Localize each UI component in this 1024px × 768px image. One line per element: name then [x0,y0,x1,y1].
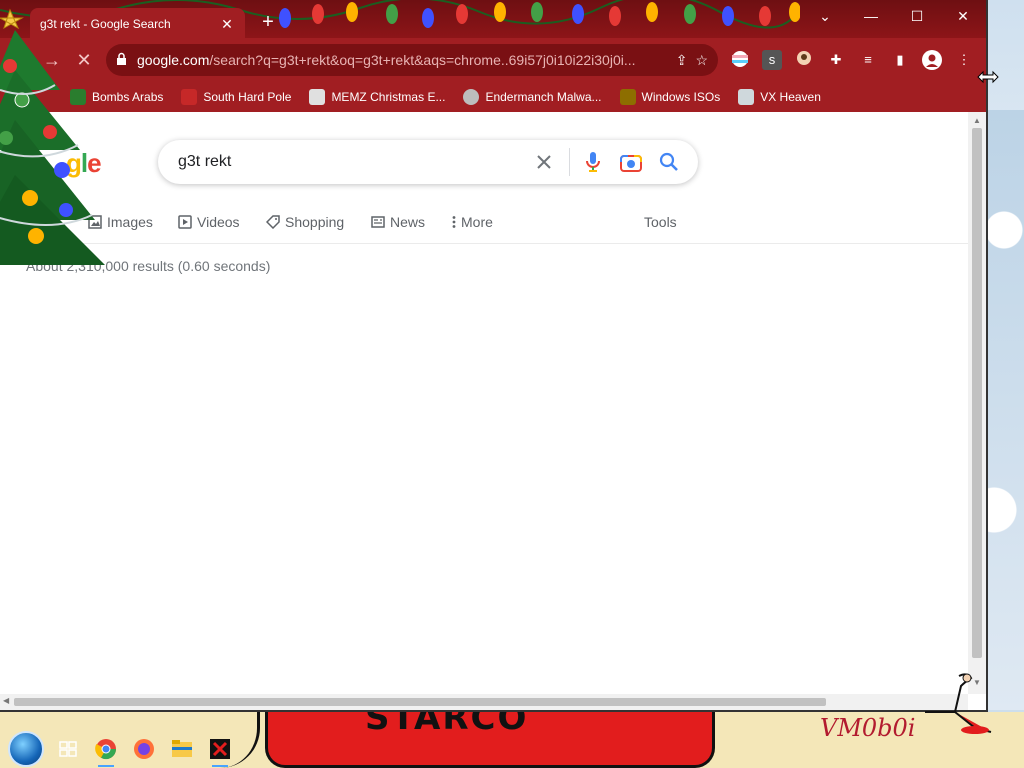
tab-images-label: Images [107,214,153,230]
tab-close-icon[interactable]: ✕ [219,16,235,33]
share-icon[interactable]: ⇪ [676,52,688,69]
bookmark-person-icon [619,89,636,105]
tab-shopping[interactable]: Shopping [266,214,344,230]
tab-news[interactable]: News [371,214,425,230]
bookmark-image-icon [309,89,326,105]
browser-window: g3t rekt - Google Search ✕ + ⌄ — ☐ ✕ → ✕… [0,0,988,712]
url-text: google.com/search?q=g3t+rekt&oq=g3t+rekt… [137,52,668,68]
maximize-icon[interactable]: ☐ [894,0,940,32]
bookmark-item[interactable]: VX Heaven [738,89,821,105]
christmas-tree-decoration [0,8,105,265]
extension-flag-icon[interactable] [730,50,750,70]
bookmark-item[interactable]: Endermanch Malwa... [463,89,602,105]
wallpaper-snow [984,110,1024,710]
minimize-icon[interactable]: — [848,0,894,32]
voice-search-mic-icon[interactable] [578,147,608,177]
google-results-page: gle Images Vide [0,112,968,694]
bookmark-label: Endermanch Malwa... [485,90,602,104]
new-tab-button[interactable]: + [258,12,278,32]
lens-camera-icon[interactable] [616,147,646,177]
extensions-puzzle-icon[interactable]: ✚ [826,50,846,70]
tab-news-label: News [390,214,426,230]
x-app-taskbar-icon[interactable] [206,735,234,767]
tab-videos[interactable]: Videos [178,214,240,230]
more-vert-icon [452,216,456,228]
bookmark-label: VX Heaven [760,90,821,104]
tab-videos-label: Videos [197,214,240,230]
reading-list-icon[interactable]: ≡ [858,50,878,70]
search-tabs-bar: Images Videos Shopping News More Tools [0,208,968,244]
wallpaper-signature: VM0b0i [820,714,916,742]
extension-avatar-icon[interactable] [794,50,814,70]
bookmark-wolf-icon [463,89,480,105]
url-path: /search?q=g3t+rekt&oq=g3t+rekt&aqs=chrom… [209,52,636,68]
side-panel-icon[interactable]: ▮ [890,50,910,70]
task-view-icon[interactable] [54,735,82,763]
bookmark-item[interactable]: Windows ISOs [619,89,721,105]
bookmarks-bar: Bombs Arabs South Hard Pole MEMZ Christm… [0,82,986,112]
vertical-scroll-thumb[interactable] [972,128,982,658]
extension-s-icon[interactable]: s [762,50,782,70]
bookmark-snowflake-icon [181,89,198,105]
bookmark-label: South Hard Pole [203,90,292,104]
tab-more[interactable]: More [452,214,493,230]
tab-shopping-label: Shopping [285,214,345,230]
tab-more-label: More [461,214,493,230]
file-explorer-icon[interactable] [168,735,196,763]
news-icon [371,216,385,228]
url-domain: google.com [137,52,210,68]
tab-search-chevron-icon[interactable]: ⌄ [802,0,848,32]
bookmark-star-icon[interactable]: ☆ [695,52,708,69]
search-box[interactable] [158,140,698,184]
start-button[interactable] [8,731,44,767]
vertical-scrollbar[interactable]: ▲ ▼ [968,112,986,694]
bookmark-shield-icon [738,89,755,105]
bookmark-item[interactable]: MEMZ Christmas E... [309,89,445,105]
scroll-left-arrow-icon[interactable]: ◀ [3,696,9,705]
profile-avatar-icon[interactable] [922,50,942,70]
taskbar [0,730,250,768]
horizontal-scrollbar[interactable]: ◀ [0,694,968,710]
resize-cursor-icon [977,70,999,84]
title-bar[interactable]: g3t rekt - Google Search ✕ + ⌄ — ☐ ✕ [0,0,986,40]
horizontal-scroll-thumb[interactable] [14,698,826,706]
address-bar[interactable]: google.com/search?q=g3t+rekt&oq=g3t+rekt… [106,44,718,76]
search-submit-icon[interactable] [654,147,684,177]
scroll-up-arrow-icon[interactable]: ▲ [973,116,981,125]
close-window-icon[interactable]: ✕ [940,0,986,32]
tools-button[interactable]: Tools [644,214,677,230]
bookmark-item[interactable]: South Hard Pole [181,89,291,105]
firefox-taskbar-icon[interactable] [130,735,158,763]
bookmark-label: MEMZ Christmas E... [331,90,446,104]
lock-icon[interactable] [116,52,127,68]
chrome-taskbar-icon[interactable] [92,735,120,767]
browser-toolbar: → ✕ google.com/search?q=g3t+rekt&oq=g3t+… [0,38,986,82]
skater-decoration [925,673,992,734]
menu-kebab-icon[interactable]: ⋮ [954,50,974,70]
tag-icon [266,215,280,229]
search-input[interactable] [178,153,521,171]
clear-search-icon[interactable] [529,147,559,177]
wallpaper-banner-text: STARCO [365,712,529,738]
search-divider [569,148,570,176]
bookmark-label: Windows ISOs [641,90,721,104]
play-icon [178,215,192,229]
